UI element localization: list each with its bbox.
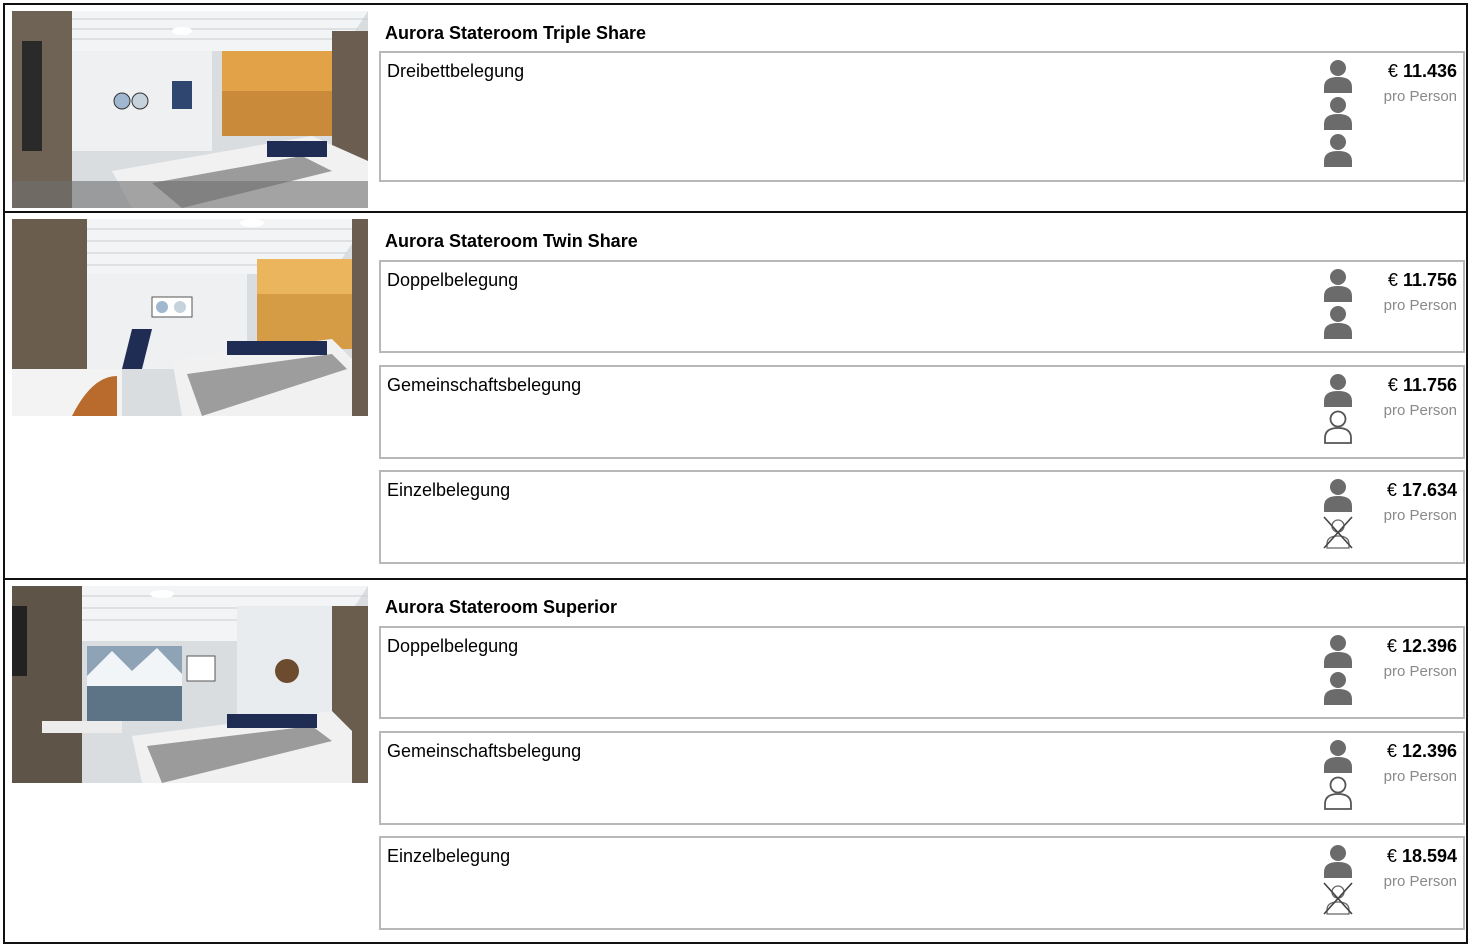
price-per-person: pro Person	[1383, 297, 1457, 314]
person-outline-icon	[1324, 776, 1352, 810]
cabin-section-triple: Aurora Stateroom Triple Share Dreibettbe…	[3, 3, 1468, 213]
occupancy-icons	[1319, 59, 1359, 170]
person-outline-icon	[1324, 410, 1352, 444]
cabin-title: Aurora Stateroom Superior	[385, 597, 618, 617]
cabin-section-superior: Aurora Stateroom Superior Doppelbelegung…	[3, 578, 1468, 944]
price-currency: €	[1387, 270, 1398, 290]
occupancy-option[interactable]: Gemeinschaftsbelegung € 12.396 pro Perso…	[379, 731, 1465, 825]
occupancy-label: Dreibettbelegung	[387, 61, 525, 81]
price-block: € 12.396 pro Person	[1384, 741, 1457, 785]
price-currency: €	[1386, 480, 1397, 500]
occupancy-option[interactable]: Dreibettbelegung € 11.436 pro Person	[379, 51, 1465, 182]
price-block: € 11.756 pro Person	[1384, 375, 1457, 419]
price-currency: €	[1387, 375, 1398, 395]
person-filled-icon	[1324, 60, 1352, 93]
price-per-person: pro Person	[1383, 507, 1457, 524]
price-currency: €	[1387, 61, 1398, 81]
occupancy-icons	[1319, 844, 1359, 918]
price-currency: €	[1386, 636, 1397, 656]
person-filled-icon	[1324, 479, 1352, 512]
cabin-photo	[12, 219, 368, 416]
occupancy-label: Einzelbelegung	[387, 846, 511, 866]
price-amount: 11.756	[1402, 270, 1457, 290]
occupancy-label: Doppelbelegung	[387, 270, 519, 290]
occupancy-option[interactable]: Einzelbelegung € 18.594 pro Person	[379, 836, 1465, 930]
price-block: € 11.756 pro Person	[1384, 270, 1457, 314]
price-amount: 11.436	[1402, 61, 1457, 81]
person-filled-icon	[1324, 269, 1352, 302]
price-block: € 12.396 pro Person	[1384, 636, 1457, 680]
occupancy-option[interactable]: Gemeinschaftsbelegung € 11.756 pro Perso…	[379, 365, 1465, 459]
price-per-person: pro Person	[1383, 873, 1457, 890]
person-filled-icon	[1324, 97, 1352, 130]
occupancy-option[interactable]: Doppelbelegung € 12.396 pro Person	[379, 626, 1465, 719]
person-filled-icon	[1324, 134, 1352, 167]
cabin-title: Aurora Stateroom Twin Share	[385, 231, 638, 251]
occupancy-label: Einzelbelegung	[387, 480, 511, 500]
person-filled-icon	[1324, 306, 1352, 339]
cabin-photo	[12, 586, 368, 783]
price-amount: 12.396	[1401, 636, 1457, 656]
price-per-person: pro Person	[1383, 402, 1457, 419]
occupancy-option[interactable]: Doppelbelegung € 11.756 pro Person	[379, 260, 1465, 353]
cabin-title: Aurora Stateroom Triple Share	[385, 23, 647, 43]
occupancy-icons	[1319, 478, 1359, 552]
price-amount: 17.634	[1401, 480, 1457, 500]
price-block: € 17.634 pro Person	[1384, 480, 1457, 524]
occupancy-icons	[1319, 739, 1359, 813]
occupancy-option[interactable]: Einzelbelegung € 17.634 pro Person	[379, 470, 1465, 564]
price-amount: 18.594	[1401, 846, 1457, 866]
price-per-person: pro Person	[1383, 663, 1457, 680]
person-filled-icon	[1324, 672, 1352, 705]
price-currency: €	[1386, 846, 1397, 866]
cabin-section-twin: Aurora Stateroom Twin Share Doppelbelegu…	[3, 211, 1468, 580]
occupancy-icons	[1319, 268, 1359, 342]
price-per-person: pro Person	[1383, 88, 1457, 105]
occupancy-label: Doppelbelegung	[387, 636, 519, 656]
cabin-photo	[12, 11, 368, 208]
occupancy-icons	[1319, 634, 1359, 708]
price-amount: 11.756	[1402, 375, 1457, 395]
occupancy-icons	[1319, 373, 1359, 447]
person-filled-icon	[1324, 374, 1352, 407]
person-filled-icon	[1324, 845, 1352, 878]
occupancy-label: Gemeinschaftsbelegung	[387, 375, 582, 395]
price-block: € 18.594 pro Person	[1384, 846, 1457, 890]
person-crossed-icon	[1323, 882, 1353, 915]
price-currency: €	[1386, 741, 1397, 761]
price-amount: 12.396	[1401, 741, 1457, 761]
person-filled-icon	[1324, 635, 1352, 668]
occupancy-label: Gemeinschaftsbelegung	[387, 741, 582, 761]
price-per-person: pro Person	[1383, 768, 1457, 785]
person-crossed-icon	[1323, 516, 1353, 549]
person-filled-icon	[1324, 740, 1352, 773]
price-block: € 11.436 pro Person	[1384, 61, 1457, 105]
